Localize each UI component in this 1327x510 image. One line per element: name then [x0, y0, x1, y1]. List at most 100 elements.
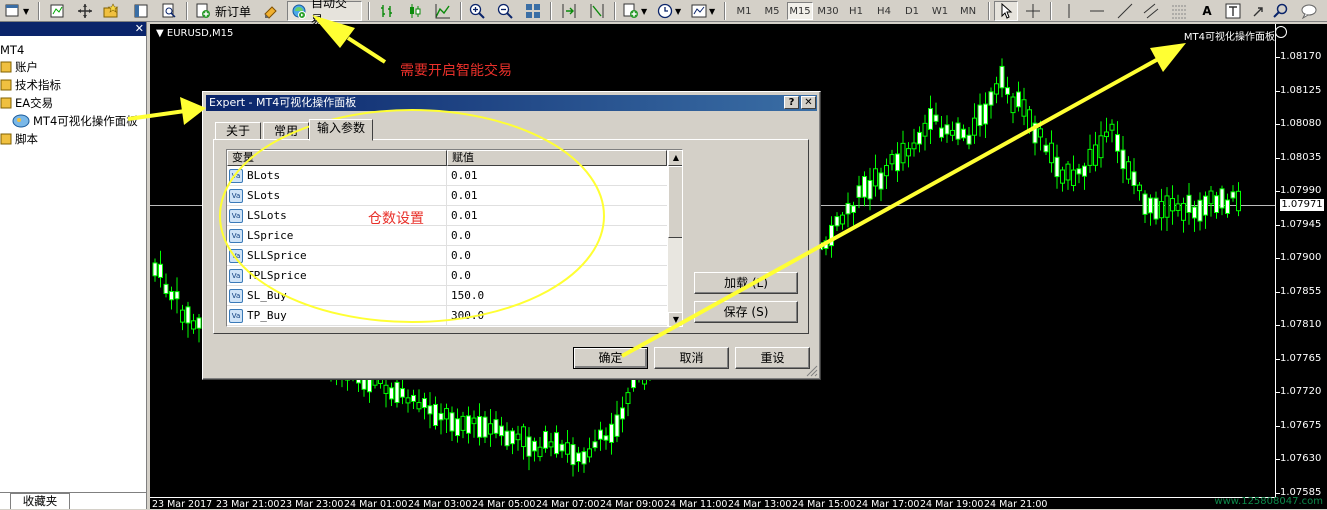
channel-button[interactable] — [1140, 1, 1162, 21]
scroll-thumb[interactable] — [668, 166, 682, 238]
candle-body — [609, 423, 614, 443]
param-name-cell[interactable]: Va SLots — [227, 186, 447, 206]
column-variable[interactable]: 变量 — [227, 150, 447, 166]
cursor-tool-button[interactable] — [994, 1, 1018, 21]
param-value-cell[interactable]: 0.01 — [447, 166, 667, 186]
param-value-cell[interactable]: 0.0 — [447, 226, 667, 246]
param-row[interactable]: Va LSLots 0.01 — [227, 206, 667, 226]
timeframe-d1[interactable]: D1 — [899, 2, 925, 20]
market-watch-button[interactable] — [100, 1, 122, 21]
param-row[interactable]: Va BLots 0.01 — [227, 166, 667, 186]
candle-body — [1137, 184, 1142, 192]
param-row[interactable]: Va SLots 0.01 — [227, 186, 667, 206]
bar-chart-button[interactable] — [376, 1, 398, 21]
resize-grip-icon[interactable] — [806, 365, 818, 377]
tab-inputs[interactable]: 输入参数 — [309, 119, 373, 141]
help-button[interactable]: ? — [784, 96, 799, 109]
scroll-up-button[interactable]: ▲ — [668, 150, 682, 166]
param-name-cell[interactable]: Va BLots — [227, 166, 447, 186]
cancel-button[interactable]: 取消 — [654, 347, 729, 369]
params-scrollbar[interactable]: ▲ ▼ — [668, 150, 682, 326]
timeframe-w1[interactable]: W1 — [927, 2, 953, 20]
param-row[interactable]: Va SLLSprice 0.0 — [227, 246, 667, 266]
close-icon[interactable]: ✕ — [135, 22, 144, 36]
nav-item-indicators[interactable]: 技术指标 — [0, 76, 61, 93]
timeframe-h4[interactable]: H4 — [871, 2, 897, 20]
param-row[interactable]: Va TP_Buy 300.0 — [227, 306, 667, 326]
candle-chart-button[interactable] — [404, 1, 426, 21]
search-button[interactable] — [1270, 1, 1292, 21]
save-button[interactable]: 保存 (S) — [694, 301, 798, 323]
param-row[interactable]: Va SL_Buy 150.0 — [227, 286, 667, 306]
timeframe-m30[interactable]: M30 — [815, 2, 841, 20]
nav-item-expert-advisors[interactable]: EA交易 — [0, 94, 53, 111]
reset-button[interactable]: 重设 — [735, 347, 810, 369]
param-name: SLLSprice — [247, 249, 307, 262]
timeframe-h1[interactable]: H1 — [843, 2, 869, 20]
chevron-down-icon: ▼ — [641, 6, 648, 16]
nav-item-scripts[interactable]: 脚本 — [0, 130, 38, 147]
param-name-cell[interactable]: Va TPLSprice — [227, 266, 447, 286]
param-name-cell[interactable]: Va TP_Buy — [227, 306, 447, 326]
horizontal-line-button[interactable] — [1086, 1, 1108, 21]
tester-button[interactable] — [158, 1, 180, 21]
variable-icon: Va — [229, 209, 243, 223]
candle-body — [438, 412, 444, 421]
label-tool-button[interactable] — [1222, 1, 1244, 21]
candle-body — [1032, 122, 1038, 144]
tile-windows-button[interactable] — [522, 1, 544, 21]
candle-body — [598, 429, 603, 440]
crosshair-button[interactable] — [74, 1, 96, 21]
param-value-cell[interactable]: 150.0 — [447, 286, 667, 306]
line-chart-button[interactable] — [432, 1, 454, 21]
param-value-cell[interactable]: 0.01 — [447, 186, 667, 206]
nav-root[interactable]: MT4 — [0, 41, 24, 58]
indicators-button[interactable]: ▼ — [620, 1, 650, 21]
trendline-button[interactable] — [1114, 1, 1136, 21]
param-name-cell[interactable]: Va LSprice — [227, 226, 447, 246]
periodicity-button[interactable]: ▼ — [654, 1, 684, 21]
chat-button[interactable] — [1298, 1, 1320, 21]
scroll-down-button[interactable]: ▼ — [668, 312, 682, 326]
param-name-cell[interactable]: Va SL_Buy — [227, 286, 447, 306]
tab-about[interactable]: 关于 — [215, 122, 261, 140]
vertical-line-button[interactable] — [1058, 1, 1080, 21]
timeframe-m15[interactable]: M15 — [787, 2, 813, 20]
auto-trading-button[interactable]: 自动交易 — [287, 0, 362, 27]
timeframe-m1[interactable]: M1 — [731, 2, 757, 20]
param-value-cell[interactable]: 0.0 — [447, 266, 667, 286]
profiles-button[interactable] — [46, 1, 68, 21]
candle-body — [521, 426, 526, 448]
nav-item-accounts[interactable]: 账户 — [0, 58, 38, 75]
timeframe-mn[interactable]: MN — [955, 2, 981, 20]
zoom-in-button[interactable] — [466, 1, 488, 21]
data-window-button[interactable] — [130, 1, 152, 21]
templates-button[interactable]: ▼ — [688, 1, 718, 21]
param-value-cell[interactable]: 0.0 — [447, 246, 667, 266]
price-tick — [1276, 258, 1280, 259]
close-button[interactable]: ✕ — [801, 96, 816, 109]
param-value-cell[interactable]: 300.0 — [447, 306, 667, 326]
zoom-out-button[interactable] — [494, 1, 516, 21]
arrows-tool-button[interactable] — [1248, 1, 1270, 21]
param-name-cell[interactable]: Va SLLSprice — [227, 246, 447, 266]
ok-button[interactable]: 确定 — [573, 347, 648, 369]
new-order-button[interactable]: 新订单 — [192, 1, 254, 21]
text-tool-button[interactable]: A — [1196, 1, 1218, 21]
tab-favorites[interactable]: 收藏夹 — [10, 493, 70, 509]
timeframe-m5[interactable]: M5 — [759, 2, 785, 20]
tab-common[interactable]: 常用 — [263, 122, 309, 140]
new-chart-button[interactable]: ▼ — [2, 1, 32, 21]
load-button[interactable]: 加载 (L) — [694, 272, 798, 294]
nav-item-ea-panel[interactable]: MT4可视化操作面板 — [12, 112, 138, 129]
column-value[interactable]: 赋值 — [447, 150, 667, 166]
autoscroll-button[interactable] — [586, 1, 608, 21]
crosshair-tool-button[interactable] — [1022, 1, 1044, 21]
param-row[interactable]: Va LSprice 0.0 — [227, 226, 667, 246]
param-row[interactable]: Va TPLSprice 0.0 — [227, 266, 667, 286]
param-value-cell[interactable]: 0.01 — [447, 206, 667, 226]
fibonacci-button[interactable] — [1168, 1, 1190, 21]
price-tick — [1276, 291, 1280, 293]
metaeditor-button[interactable] — [260, 1, 282, 21]
chart-shift-button[interactable] — [558, 1, 580, 21]
